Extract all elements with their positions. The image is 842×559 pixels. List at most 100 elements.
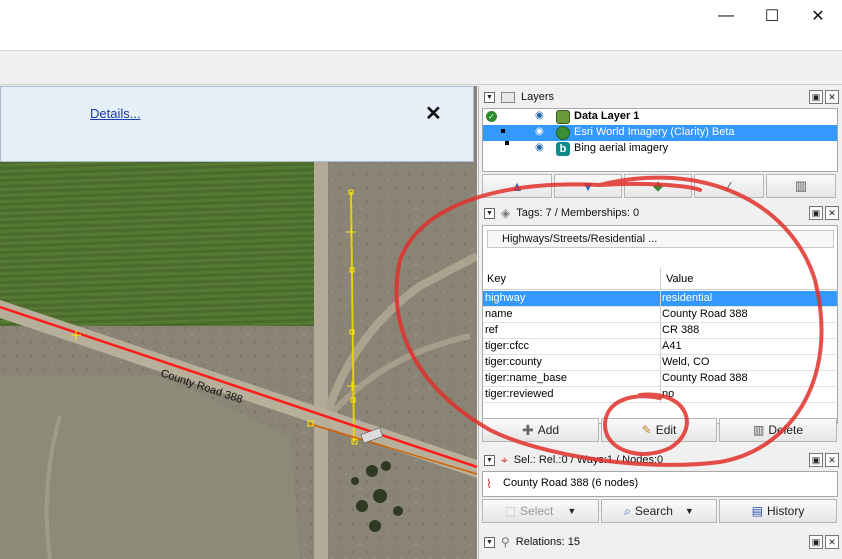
collapse-icon[interactable]: ▼ <box>484 536 495 548</box>
move-up-icon: ▲ <box>510 178 524 194</box>
tag-key[interactable]: name <box>485 308 513 320</box>
table-row[interactable]: tiger:county Weld, CO <box>483 355 837 371</box>
layer-row-bing[interactable]: ◉ b Bing aerial imagery <box>483 141 837 157</box>
tag-key[interactable]: tiger:cfcc <box>485 340 529 352</box>
tag-icon: ◈ <box>501 206 511 220</box>
tag-value[interactable]: A41 <box>662 340 682 352</box>
tags-panel-header[interactable]: ▼ ◈ Tags: 7 / Memberships: 0 ▣ ✕ <box>481 203 839 223</box>
dock-icon[interactable]: ▣ <box>809 535 823 549</box>
data-layer-icon <box>556 110 570 124</box>
toggle-button[interactable]: ⁄ <box>694 174 764 198</box>
plus-icon: ✚ <box>521 421 534 438</box>
dropdown-arrow-icon[interactable]: ▼ <box>567 506 576 516</box>
tag-key[interactable]: tiger:name_base <box>485 372 567 384</box>
tag-key[interactable]: tiger:county <box>485 356 542 368</box>
table-row[interactable]: tiger:name_base County Road 388 <box>483 371 837 387</box>
layer-row-data[interactable]: ✓ ◉ Data Layer 1 <box>483 109 837 125</box>
relation-icon: ⚲ <box>501 535 510 549</box>
layer-name: Esri World Imagery (Clarity) Beta <box>574 126 735 138</box>
layer-list: ✓ ◉ Data Layer 1 ◉ Esri World Imagery (C… <box>482 108 838 172</box>
delete-tag-button[interactable]: ▥ Delete <box>719 418 837 442</box>
merge-button[interactable]: ◆ <box>624 174 692 198</box>
trash-icon: ▥ <box>794 178 808 193</box>
tags-table: Highways/Streets/Residential ... Key Val… <box>482 225 838 424</box>
close-panel-icon[interactable]: ✕ <box>825 535 839 549</box>
visibility-eye-icon[interactable]: ◉ <box>535 143 545 153</box>
collapse-icon[interactable]: ▼ <box>484 207 495 219</box>
tag-value[interactable]: County Road 388 <box>662 308 748 320</box>
edit-icon: ✎ <box>641 423 652 437</box>
visibility-eye-icon[interactable]: ◉ <box>535 127 545 137</box>
add-label: Add <box>537 423 560 437</box>
layers-panel-title: Layers <box>521 91 555 103</box>
tag-value[interactable]: residential <box>662 292 712 304</box>
selection-panel-title: Sel.: Rel.:0 / Ways:1 / Nodes:0 <box>513 454 664 466</box>
history-label: History <box>767 504 805 518</box>
table-row[interactable]: name County Road 388 <box>483 307 837 323</box>
layers-icon <box>501 91 515 103</box>
layer-name: Bing aerial imagery <box>574 142 669 154</box>
selection-item[interactable]: County Road 388 (6 nodes) <box>503 477 638 489</box>
layer-row-esri[interactable]: ◉ Esri World Imagery (Clarity) Beta <box>483 125 837 141</box>
layer-buttons: ▲ ▼ ◆ ⁄ ▥ <box>482 174 836 198</box>
layers-panel-header[interactable]: ▼ Layers ▣ ✕ <box>481 87 839 107</box>
bing-icon: b <box>556 142 570 156</box>
table-row[interactable]: highway residential <box>483 291 837 307</box>
tag-value[interactable]: County Road 388 <box>662 372 748 384</box>
tag-value[interactable]: no <box>662 388 674 400</box>
table-row[interactable]: tiger:cfcc A41 <box>483 339 837 355</box>
value-column-header[interactable]: Value <box>666 273 693 285</box>
history-button[interactable]: ▤ History <box>719 499 837 523</box>
relations-panel-title: Relations: 15 <box>515 536 581 548</box>
move-down-button[interactable]: ▼ <box>554 174 622 198</box>
preset-label[interactable]: Highways/Streets/Residential ... <box>487 230 834 248</box>
collapse-icon[interactable]: ▼ <box>484 91 495 103</box>
selection-panel-header[interactable]: ▼ ⌖ Sel.: Rel.:0 / Ways:1 / Nodes:0 ▣ ✕ <box>481 450 839 470</box>
visibility-eye-icon[interactable]: ◉ <box>535 111 545 121</box>
dock-icon[interactable]: ▣ <box>809 453 823 467</box>
close-panel-icon[interactable]: ✕ <box>825 453 839 467</box>
tag-key[interactable]: ref <box>485 324 498 336</box>
select-button[interactable]: ⬚ Select ▼ <box>482 499 599 523</box>
key-column-header[interactable]: Key <box>487 273 506 285</box>
layer-name: Data Layer 1 <box>574 110 640 122</box>
tag-value[interactable]: CR 388 <box>662 324 699 336</box>
map-view[interactable]: County Road 388 Details... ✕ <box>0 86 477 559</box>
selection-icon: ⌖ <box>501 452 508 467</box>
dock-icon[interactable]: ▣ <box>809 206 823 220</box>
tag-key[interactable]: tiger:reviewed <box>485 388 553 400</box>
table-row[interactable]: ref CR 388 <box>483 323 837 339</box>
globe-icon <box>556 126 570 140</box>
dropdown-arrow-icon[interactable]: ▼ <box>685 506 694 516</box>
minimize-button[interactable]: — <box>703 0 749 31</box>
add-tag-button[interactable]: ✚ Add <box>482 418 599 442</box>
side-panels: ▼ Layers ▣ ✕ ✓ ◉ Data Layer 1 ◉ Esri Wor… <box>478 86 842 559</box>
move-up-button[interactable]: ▲ <box>482 174 552 198</box>
search-button[interactable]: ⌕ Search ▼ <box>601 499 717 523</box>
select-label: Select <box>520 504 554 518</box>
tag-value[interactable]: Weld, CO <box>662 356 709 368</box>
collapse-icon[interactable]: ▼ <box>484 454 495 466</box>
tag-key[interactable]: highway <box>485 292 525 304</box>
maximize-button[interactable]: ☐ <box>749 0 795 31</box>
close-panel-icon[interactable]: ✕ <box>825 90 839 104</box>
toolbar <box>0 51 842 85</box>
drag-handle-icon[interactable] <box>501 129 505 133</box>
details-link[interactable]: Details... <box>90 106 141 121</box>
delete-layer-button[interactable]: ▥ <box>766 174 836 198</box>
tags-table-header: Key Value <box>483 268 837 290</box>
title-bar: — ☐ ✕ <box>0 0 842 31</box>
close-panel-icon[interactable]: ✕ <box>825 206 839 220</box>
drag-handle-icon[interactable] <box>505 141 509 145</box>
tag-buttons: ✚ Add ✎ Edit ▥ Delete <box>482 418 837 442</box>
active-check-icon: ✓ <box>486 111 497 122</box>
relations-panel-header[interactable]: ▼ ⚲ Relations: 15 ▣ ✕ <box>481 532 839 552</box>
close-window-button[interactable]: ✕ <box>795 0 841 31</box>
table-row[interactable]: tiger:reviewed no <box>483 387 837 403</box>
select-icon: ⬚ <box>504 504 517 518</box>
edit-tag-button[interactable]: ✎ Edit <box>601 418 717 442</box>
close-notice-button[interactable]: ✕ <box>425 101 442 126</box>
menu-bar <box>0 31 842 51</box>
dock-icon[interactable]: ▣ <box>809 90 823 104</box>
move-down-icon: ▼ <box>581 178 595 194</box>
